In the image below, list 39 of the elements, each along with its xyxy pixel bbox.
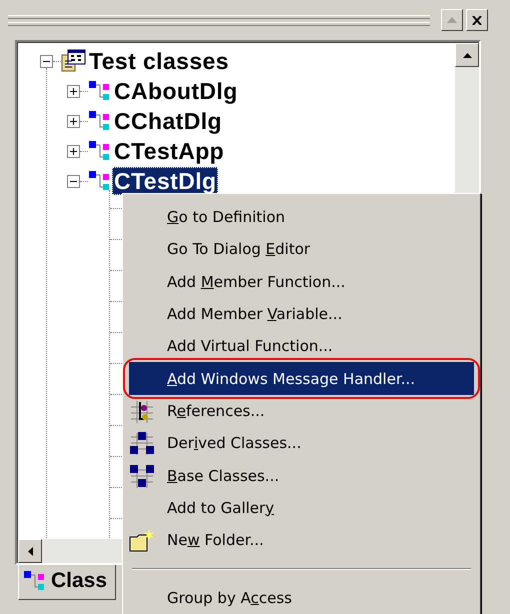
- tree-item[interactable]: CAboutDlg: [112, 77, 240, 105]
- collapse-toggle[interactable]: [67, 174, 80, 188]
- class-icon: [23, 570, 47, 592]
- project-icon: [61, 49, 87, 73]
- class-icon: [88, 80, 112, 102]
- collapse-toggle[interactable]: [40, 54, 53, 68]
- menu-item[interactable]: Go to Definition: [167, 208, 286, 226]
- menu-item[interactable]: Add Member Variable...: [167, 305, 342, 324]
- menu-item[interactable]: References...: [167, 402, 265, 420]
- menu-item[interactable]: New Folder...: [167, 531, 264, 550]
- left-arrow-icon: [28, 546, 32, 556]
- scroll-up-button[interactable]: [455, 43, 479, 67]
- triangle-icon: [447, 17, 457, 23]
- menu-item[interactable]: Add Member Function...: [167, 272, 346, 291]
- menu-item[interactable]: Go To Dialog Editor: [167, 240, 310, 258]
- up-arrow-icon: [462, 52, 472, 58]
- expand-toggle[interactable]: [67, 84, 80, 98]
- menu-item[interactable]: Add to Gallery: [167, 498, 274, 517]
- menu-item[interactable]: Base Classes...: [167, 466, 280, 485]
- expand-toggle[interactable]: [67, 114, 80, 128]
- expand-toggle[interactable]: [67, 144, 80, 158]
- scroll-left-button[interactable]: [18, 539, 42, 563]
- derived-classes-icon: [129, 431, 155, 456]
- tree-item[interactable]: Test classes: [87, 47, 231, 75]
- base-classes-icon: [129, 464, 155, 488]
- tree-item[interactable]: CTestDlg: [112, 167, 218, 195]
- menu-item[interactable]: Derived Classes...: [167, 434, 302, 452]
- references-icon: [129, 398, 155, 423]
- close-button[interactable]: [466, 9, 488, 31]
- menu-item[interactable]: Add Virtual Function...: [167, 337, 333, 356]
- new-folder-icon: [129, 528, 155, 552]
- close-icon: [472, 16, 482, 24]
- tree-item[interactable]: CTestApp: [112, 137, 226, 165]
- tree-item[interactable]: CChatDlg: [112, 107, 224, 135]
- class-icon: [88, 170, 112, 192]
- class-icon: [88, 110, 112, 132]
- class-view-tab[interactable]: Class: [18, 565, 116, 600]
- class-icon: [88, 140, 112, 162]
- menu-item[interactable]: Group by Access: [167, 589, 292, 608]
